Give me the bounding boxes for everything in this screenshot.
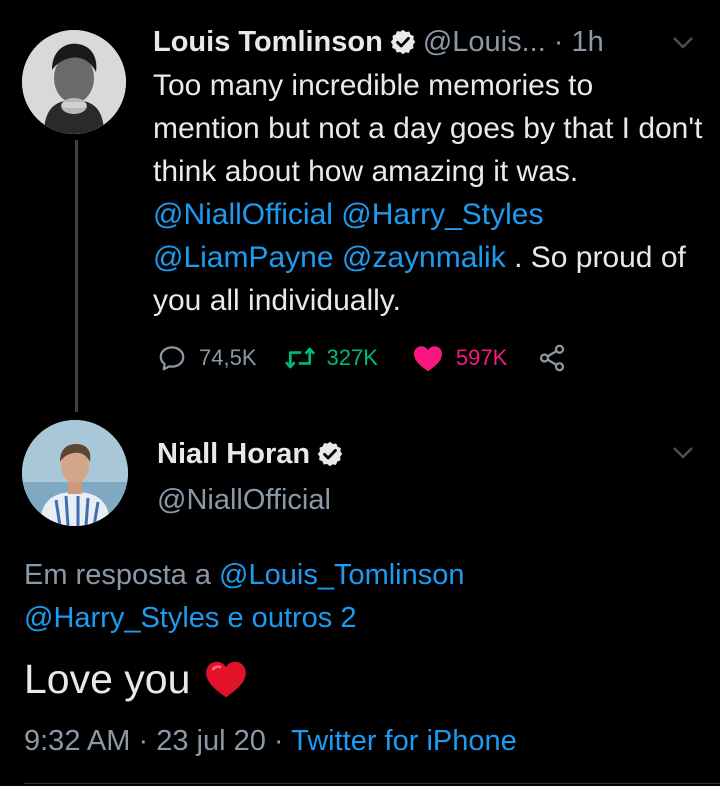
- tweet2-display-name[interactable]: Niall Horan: [157, 438, 310, 471]
- avatar-louis-tomlinson[interactable]: [22, 30, 126, 134]
- tweet2-time[interactable]: 9:32 AM: [24, 725, 130, 757]
- share-icon: [540, 344, 565, 372]
- mention-link[interactable]: @NiallOfficial: [153, 198, 333, 231]
- tweet1-text: Too many incredible memories to mention …: [153, 64, 703, 322]
- reply-prefix: Em resposta a: [24, 559, 211, 591]
- tweet2-text: Love you: [24, 654, 248, 704]
- tweet2-date[interactable]: 23 jul 20: [156, 725, 266, 757]
- tweet2-meta: 9:32 AM · 23 jul 20 · Twitter for iPhone: [24, 725, 517, 757]
- retweet-icon: [284, 347, 315, 369]
- like-count: 597K: [455, 345, 508, 370]
- like-button[interactable]: 597K: [412, 343, 507, 373]
- tweet2-handle[interactable]: @NiallOfficial: [157, 484, 331, 517]
- chevron-down-icon[interactable]: [672, 446, 694, 460]
- chevron-down-icon[interactable]: [672, 36, 694, 50]
- avatar-niall-horan[interactable]: [22, 420, 128, 526]
- retweet-count: 327K: [326, 345, 378, 370]
- divider: [24, 783, 720, 784]
- reply-context: Em resposta a @Louis_Tomlinson @Harry_Sty…: [24, 554, 684, 640]
- share-button[interactable]: [537, 343, 567, 373]
- reply-to-user-link[interactable]: @Harry_Styles: [24, 602, 219, 634]
- tweet1-header: Louis Tomlinson @Louis... · 1h: [153, 22, 700, 62]
- tweet1-display-name[interactable]: Louis Tomlinson: [153, 26, 383, 59]
- mention-link[interactable]: @LiamPayne: [153, 241, 334, 274]
- reply-button[interactable]: 74,5K: [157, 343, 257, 373]
- reply-to-user-link[interactable]: @Louis_Tomlinson: [219, 559, 464, 591]
- verified-badge-icon: [389, 28, 417, 56]
- verified-badge-icon: [316, 440, 344, 468]
- tweet2-text-body: Love you: [24, 656, 191, 702]
- mention-link[interactable]: @zaynmalik: [342, 241, 506, 274]
- reply-others-link[interactable]: e outros 2: [228, 602, 357, 634]
- tweet2-source-link[interactable]: Twitter for iPhone: [291, 725, 517, 757]
- tweet1-text-body: Too many incredible memories to mention …: [153, 69, 703, 188]
- tweet2-header: Niall Horan: [157, 432, 350, 476]
- heart-filled-icon: [413, 346, 442, 372]
- tweet1-timestamp[interactable]: · 1h: [554, 26, 604, 59]
- tweet1-action-bar: 74,5K 327K 597K: [157, 338, 567, 378]
- mention-link[interactable]: @Harry_Styles: [341, 198, 543, 231]
- tweet1-handle[interactable]: @Louis...: [423, 26, 546, 59]
- retweet-button[interactable]: 327K: [283, 343, 378, 373]
- reply-count: 74,5K: [199, 345, 257, 370]
- reply-icon: [159, 346, 185, 371]
- thread-connector-line: [75, 140, 78, 412]
- red-heart-emoji-icon: [206, 661, 247, 698]
